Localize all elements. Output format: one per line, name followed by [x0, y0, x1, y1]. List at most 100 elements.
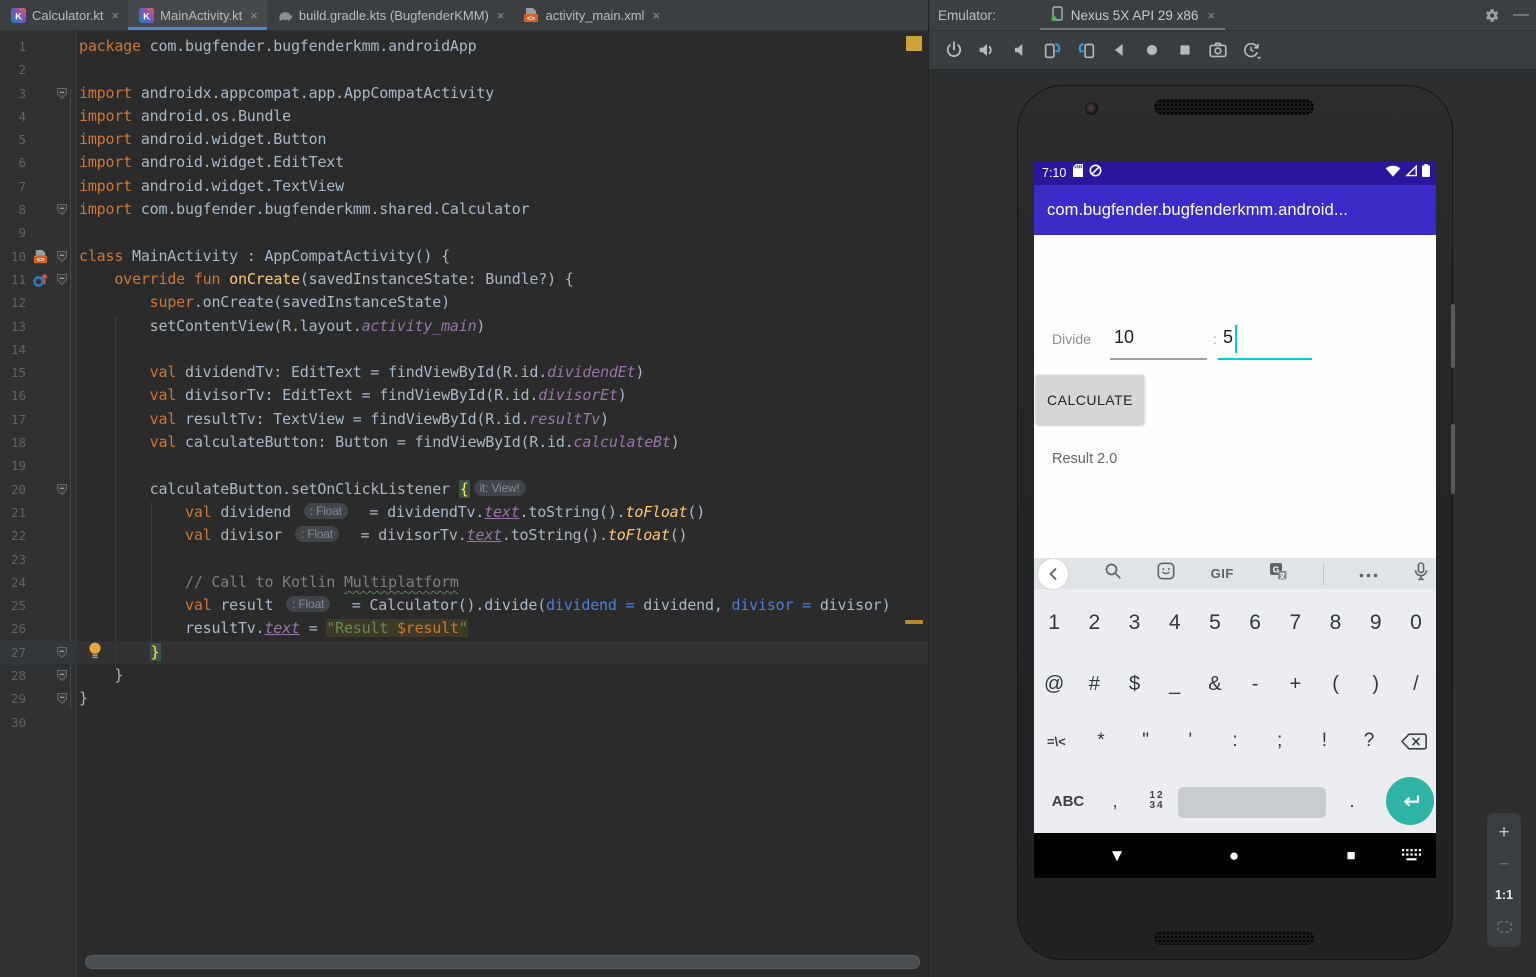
tab-close-icon[interactable]: × — [497, 8, 505, 23]
cell-signal-icon — [1405, 164, 1418, 182]
key-7-row3[interactable]: ? — [1347, 730, 1392, 752]
key-5-row1[interactable]: 6 — [1235, 611, 1275, 635]
key-6-row1[interactable]: 7 — [1275, 611, 1315, 635]
key-3-row3[interactable]: ' — [1168, 730, 1213, 752]
key-4-row3[interactable]: : — [1213, 730, 1258, 752]
gear-icon[interactable] — [1478, 0, 1504, 30]
gutter: 27 — [0, 641, 77, 664]
key-1-row3[interactable]: * — [1079, 730, 1124, 752]
quickfix-bulb-icon[interactable] — [88, 642, 102, 664]
fold-marker-icon[interactable] — [55, 483, 69, 495]
key-3-row1[interactable]: 4 — [1155, 611, 1195, 635]
gutter: 11 — [0, 268, 77, 291]
tab-close-icon[interactable]: × — [250, 8, 258, 23]
zoom-out-button[interactable]: − — [1498, 855, 1509, 874]
layout-gutter-icon[interactable]: <> — [26, 249, 55, 264]
key-1-row4[interactable]: , — [1094, 791, 1136, 812]
volume-up-button[interactable] — [970, 35, 1003, 65]
key-7-row1[interactable]: 8 — [1315, 611, 1355, 635]
override-gutter-icon[interactable] — [26, 271, 55, 288]
fit-screen-button[interactable] — [1496, 918, 1512, 937]
keyboard-suggestion-strip: GIF G — [1034, 558, 1436, 589]
warning-stripe-mark[interactable] — [905, 620, 923, 624]
nav-home-button[interactable]: ● — [1217, 833, 1251, 878]
collapse-keyboard-button[interactable] — [1038, 558, 1068, 589]
abc-key[interactable]: ABC — [1042, 793, 1094, 810]
key-4-row1[interactable]: 5 — [1195, 611, 1235, 635]
key-3-row2[interactable]: _ — [1155, 673, 1195, 696]
volume-down-button[interactable] — [1003, 35, 1036, 65]
gif-button[interactable]: GIF — [1211, 566, 1234, 581]
enter-key[interactable] — [1386, 777, 1434, 825]
calculate-button[interactable]: CALCULATE — [1036, 375, 1144, 424]
key-5-row2[interactable]: - — [1235, 673, 1275, 696]
code-text: // Call to Kotlin Multiplatform — [184, 572, 459, 591]
translate-icon[interactable]: G — [1269, 562, 1287, 585]
device-tab-close-icon[interactable]: × — [1207, 8, 1215, 23]
volume-side-button — [1451, 424, 1455, 494]
fold-marker-icon[interactable] — [55, 250, 69, 262]
key-8-row2[interactable]: ) — [1356, 673, 1396, 696]
key-8-row1[interactable]: 9 — [1356, 611, 1396, 635]
mic-icon[interactable] — [1414, 561, 1428, 586]
tab-close-icon[interactable]: × — [652, 8, 660, 23]
snapshots-button[interactable] — [1234, 35, 1267, 65]
key-9-row2[interactable]: / — [1396, 673, 1436, 696]
key-9-row1[interactable]: 0 — [1396, 611, 1436, 635]
space-key[interactable] — [1178, 786, 1326, 818]
divisor-input[interactable]: 5 — [1223, 327, 1233, 348]
nav-back-button[interactable]: ▼ — [1100, 833, 1134, 878]
editor-tab-0[interactable]: K Calculator.kt × — [0, 0, 128, 30]
key-2-row2[interactable]: $ — [1114, 673, 1154, 696]
key-2-row3[interactable]: " — [1123, 730, 1168, 752]
dividend-input[interactable]: 10 — [1114, 327, 1134, 348]
actual-size-button[interactable]: 1:1 — [1495, 886, 1513, 905]
zoom-in-button[interactable]: + — [1498, 823, 1509, 842]
fold-marker-icon[interactable] — [55, 670, 69, 682]
nav-keyboard-icon[interactable] — [1396, 833, 1426, 878]
fold-marker-icon[interactable] — [55, 274, 69, 286]
emulator-device-tab[interactable]: Nexus 5X API 29 x86 × — [1039, 0, 1226, 30]
code-line-26: 26 resultTv.text = "Result $result" — [0, 617, 928, 640]
gutter: 8 — [0, 198, 77, 221]
search-icon[interactable] — [1104, 562, 1122, 585]
rotate-right-button[interactable] — [1069, 35, 1102, 65]
editor-tab-1[interactable]: K MainActivity.kt × — [128, 0, 267, 30]
fold-marker-icon[interactable] — [55, 693, 69, 705]
fold-marker-icon[interactable] — [55, 87, 69, 99]
backspace-key[interactable] — [1391, 732, 1436, 750]
key-0-row1[interactable]: 1 — [1034, 611, 1074, 635]
key-1-row2[interactable]: # — [1074, 673, 1114, 696]
home-button[interactable] — [1135, 35, 1168, 65]
key-7-row2[interactable]: ( — [1315, 673, 1355, 696]
key-2-row1[interactable]: 3 — [1114, 611, 1154, 635]
key-0-row2[interactable]: @ — [1034, 673, 1074, 696]
back-button[interactable] — [1102, 35, 1135, 65]
code-editor[interactable]: 1 package com.bugfender.bugfenderkmm.andr… — [0, 31, 928, 977]
key-1-row1[interactable]: 2 — [1074, 611, 1114, 635]
symbols-page-key[interactable]: 12 34 — [1136, 791, 1178, 811]
key-5-row3[interactable]: ; — [1257, 730, 1302, 752]
sticker-icon[interactable] — [1157, 562, 1175, 585]
tab-close-icon[interactable]: × — [112, 8, 120, 23]
inspection-status-marker[interactable] — [906, 36, 922, 51]
overview-button[interactable] — [1168, 35, 1201, 65]
gutter: 6 — [0, 151, 77, 174]
hide-panel-icon[interactable]: — — [1508, 0, 1534, 30]
editor-tab-2[interactable]: build.gradle.kts (BugfenderKMM) × — [267, 0, 514, 30]
power-button[interactable] — [937, 35, 970, 65]
key-6-row3[interactable]: ! — [1302, 730, 1347, 752]
more-icon[interactable] — [1359, 565, 1378, 583]
screenshot-button[interactable] — [1201, 35, 1234, 65]
code-line-15: 15 val dividendTv: EditText = findViewBy… — [0, 361, 928, 384]
key-0-row3[interactable]: =\< — [1034, 734, 1079, 749]
horizontal-scrollbar[interactable] — [85, 955, 920, 969]
key-4-row2[interactable]: & — [1195, 673, 1235, 696]
rotate-left-button[interactable] — [1036, 35, 1069, 65]
fold-marker-icon[interactable] — [55, 646, 69, 658]
key-6-row2[interactable]: + — [1275, 673, 1315, 696]
nav-overview-button[interactable]: ■ — [1334, 833, 1368, 878]
fold-marker-icon[interactable] — [55, 204, 69, 216]
editor-tab-3[interactable]: <> activity_main.xml × — [513, 0, 669, 30]
key-4-row4[interactable]: . — [1326, 791, 1378, 812]
